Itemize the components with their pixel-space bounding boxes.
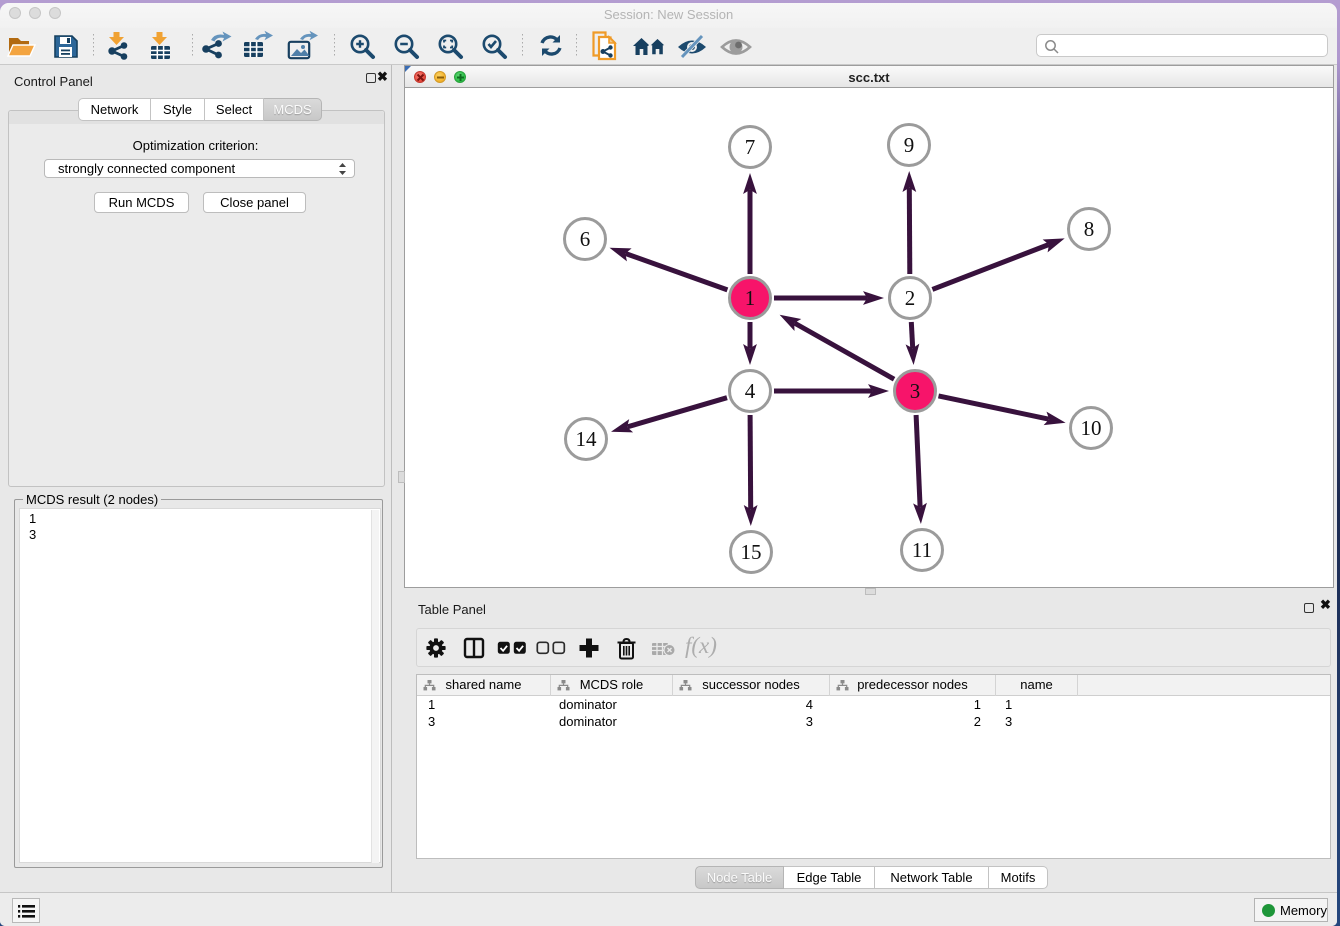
svg-text:14: 14 <box>576 427 598 451</box>
svg-text:8: 8 <box>1084 217 1095 241</box>
svg-text:1: 1 <box>745 286 756 310</box>
svg-text:2: 2 <box>905 286 916 310</box>
svg-text:6: 6 <box>580 227 591 251</box>
svg-text:9: 9 <box>904 133 915 157</box>
svg-text:7: 7 <box>745 135 756 159</box>
svg-text:3: 3 <box>910 379 921 403</box>
svg-text:10: 10 <box>1081 416 1102 440</box>
svg-text:4: 4 <box>745 379 756 403</box>
svg-text:11: 11 <box>912 538 932 562</box>
svg-text:15: 15 <box>741 540 762 564</box>
